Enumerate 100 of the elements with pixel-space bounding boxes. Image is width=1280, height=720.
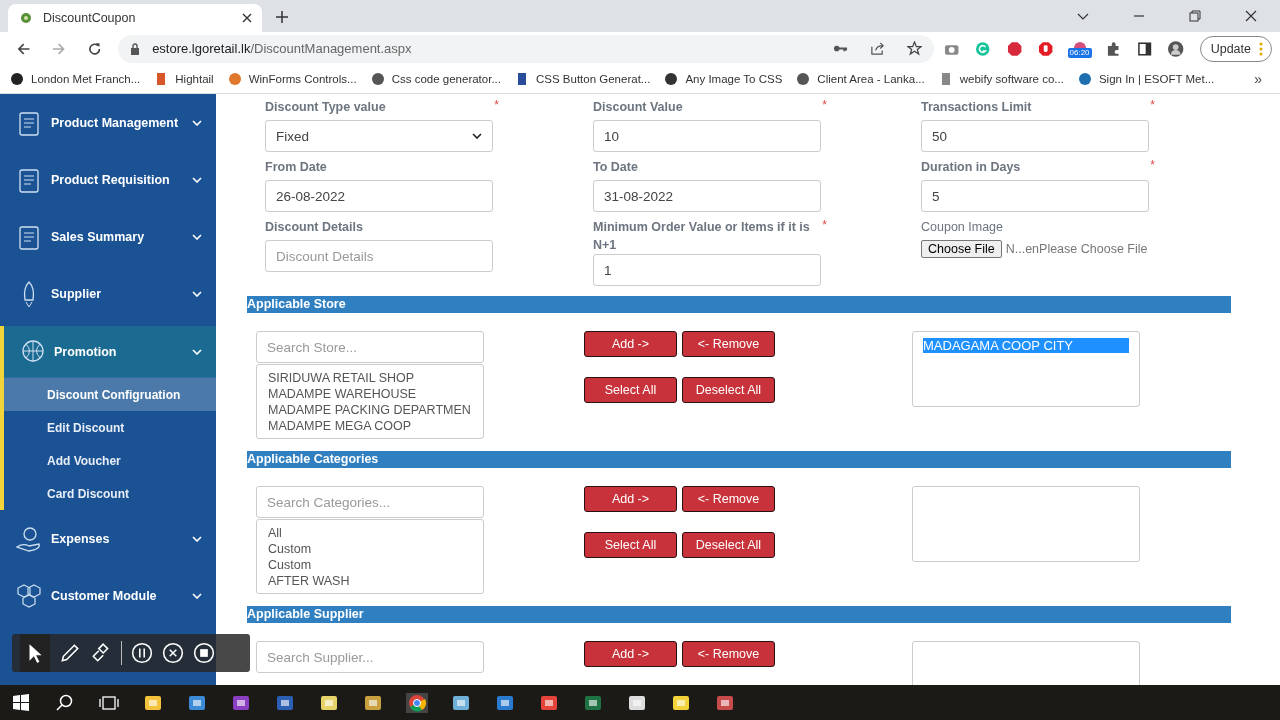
list-box[interactable]: All Custom Custom AFTER WASH: [256, 519, 484, 594]
action-button[interactable]: <- Remove: [682, 486, 775, 512]
submenu-item[interactable]: Add Voucher: [4, 444, 216, 477]
windows-start-icon[interactable]: [10, 692, 32, 713]
sidebar-item[interactable]: Promotion: [4, 326, 216, 378]
new-tab-icon[interactable]: [276, 11, 288, 23]
star-icon[interactable]: [907, 41, 922, 56]
section-header: Applicable Categories: [247, 451, 1231, 468]
action-button[interactable]: Select All: [584, 532, 677, 558]
input-field[interactable]: 31-08-2022: [593, 180, 821, 212]
input-field[interactable]: 10: [593, 120, 821, 152]
puzzle-icon[interactable]: [1105, 40, 1121, 57]
bookmark-icon: [227, 72, 242, 86]
list-option[interactable]: Custom: [268, 541, 481, 557]
action-button[interactable]: Add ->: [584, 641, 677, 667]
list-option[interactable]: AFTER WASH: [268, 573, 481, 589]
search-field[interactable]: Search Supplier...: [256, 641, 484, 673]
bookmark[interactable]: Css code generator...: [370, 72, 501, 86]
list-option[interactable]: MADAMPE PACKING DEPARTMEN: [268, 402, 481, 418]
input-field[interactable]: 50: [921, 120, 1149, 152]
pause-icon[interactable]: [131, 642, 153, 664]
list-option[interactable]: MADAMPE MEGA COOP: [268, 418, 481, 434]
share-icon[interactable]: [870, 41, 885, 56]
action-button[interactable]: <- Remove: [682, 641, 775, 667]
sidebar-item[interactable]: Expenses: [0, 510, 216, 567]
choose-file-button[interactable]: Choose File: [921, 240, 1002, 258]
sidebar-item[interactable]: Sales Summary: [0, 208, 216, 265]
action-button[interactable]: Add ->: [584, 331, 677, 357]
required-mark: *: [1150, 98, 1155, 112]
chrome-icon[interactable]: [406, 692, 428, 713]
section-header: Applicable Store: [247, 296, 1231, 313]
list-option[interactable]: MADAMPE WAREHOUSE: [268, 386, 481, 402]
list-option[interactable]: All: [268, 525, 481, 541]
bookmark-icon: [796, 72, 811, 86]
close-icon[interactable]: [242, 13, 252, 23]
url-text: estore.lgoretail.lk/DiscountManagement.aspx: [152, 41, 412, 56]
chevron-down-icon: [192, 176, 202, 183]
timer-badge: 06:20: [1067, 48, 1092, 58]
restore-icon[interactable]: [1189, 10, 1201, 22]
action-button[interactable]: Deselect All: [682, 377, 775, 403]
search-field[interactable]: Search Store...: [256, 331, 484, 363]
favicon-icon: [18, 10, 34, 26]
sidebar-item[interactable]: Supplier: [0, 265, 216, 322]
field-label: Discount Details: [265, 219, 364, 236]
bookmark[interactable]: Client Area - Lanka...: [796, 72, 925, 86]
pencil-icon[interactable]: [59, 642, 81, 664]
action-button[interactable]: Deselect All: [682, 532, 775, 558]
chevron-down-icon: [192, 290, 202, 297]
chevron-down-icon: [192, 348, 202, 355]
side-panel-icon[interactable]: [1136, 40, 1153, 57]
action-button[interactable]: <- Remove: [682, 331, 775, 357]
input-field[interactable]: Discount Details: [265, 240, 493, 272]
section-header: Applicable Supplier: [247, 606, 1231, 623]
search-field[interactable]: Search Categories...: [256, 486, 484, 518]
list-option[interactable]: SIRIDUWA RETAIL SHOP: [268, 370, 481, 386]
bookmark-icon: [664, 72, 679, 86]
field-label: Discount Value: [593, 99, 684, 116]
sidebar-item[interactable]: Product Management: [0, 94, 216, 151]
field-label: To Date: [593, 159, 639, 176]
field-label: From Date: [265, 159, 328, 176]
required-mark: *: [822, 98, 827, 112]
bookmark-icon: [1077, 72, 1092, 86]
bookmark[interactable]: CSS Button Generat...: [515, 72, 651, 86]
stop-icon[interactable]: [193, 642, 215, 664]
dropdown[interactable]: Fixed: [265, 120, 493, 152]
bookmark[interactable]: webify software co...: [938, 72, 1064, 86]
browser-tab[interactable]: DiscountCoupon: [8, 4, 262, 32]
bookmark[interactable]: Sign In | ESOFT Met...: [1077, 72, 1215, 86]
field-label: Transactions Limit: [921, 99, 1033, 116]
required-mark: *: [1150, 158, 1155, 172]
field-label: Duration in Days: [921, 159, 1022, 176]
submenu-item[interactable]: Discount Configruation: [4, 378, 216, 411]
input-field[interactable]: 26-08-2022: [265, 180, 493, 212]
bookmark-icon: [515, 72, 529, 86]
chevron-down-icon: [192, 535, 202, 542]
list-box[interactable]: SIRIDUWA RETAIL SHOP MADAMPE WAREHOUSE MADAMPE PACKING DEPARTMEN MADAMPE MEGA COOP: [256, 364, 484, 439]
submenu-item[interactable]: Edit Discount: [4, 411, 216, 444]
chevron-down-icon: [192, 592, 202, 599]
bookmark[interactable]: WinForms Controls...: [227, 72, 357, 86]
sidebar-item[interactable]: Customer Module: [0, 567, 216, 624]
address-bar[interactable]: estore.lgoretail.lk/DiscountManagement.aspx: [118, 34, 934, 63]
more-bookmarks[interactable]: »: [1254, 71, 1262, 87]
list-option[interactable]: Custom: [268, 557, 481, 573]
submenu-item[interactable]: Card Discount: [4, 477, 216, 510]
action-button[interactable]: Select All: [584, 377, 677, 403]
update-button[interactable]: Update: [1199, 35, 1272, 62]
action-button[interactable]: Add ->: [584, 486, 677, 512]
close-icon[interactable]: [1245, 10, 1257, 22]
input-field[interactable]: 1: [593, 254, 821, 286]
required-mark: *: [494, 98, 499, 112]
chevron-down-icon: [192, 119, 202, 126]
sidebar-item[interactable]: Product Requisition: [0, 151, 216, 208]
input-field[interactable]: 5: [921, 180, 1149, 212]
bookmark-icon: [10, 72, 24, 86]
pointer-icon[interactable]: [20, 634, 50, 672]
extension-icon[interactable]: [1071, 39, 1088, 48]
bookmark[interactable]: Hightail: [154, 72, 214, 86]
bookmark[interactable]: Any Image To CSS: [664, 72, 783, 86]
bookmark[interactable]: London Met Franch...: [10, 72, 141, 86]
avatar-icon[interactable]: [1168, 40, 1184, 57]
